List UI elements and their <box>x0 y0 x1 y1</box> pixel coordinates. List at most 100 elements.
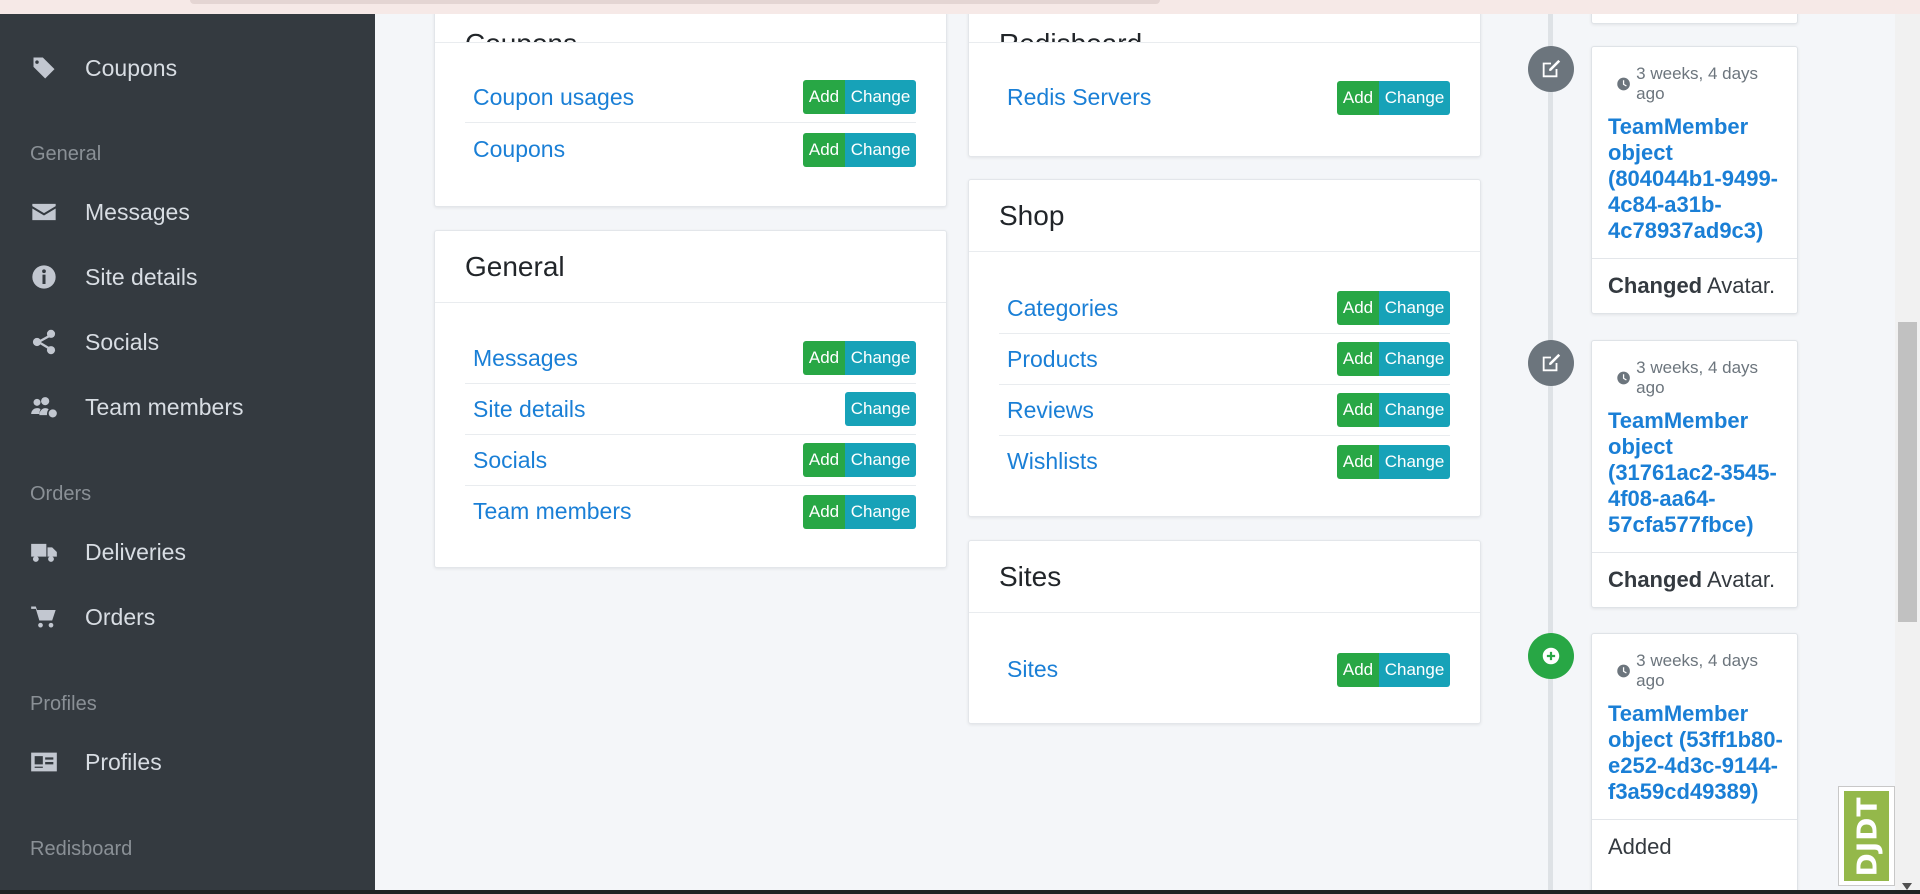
scrollbar-thumb[interactable] <box>1898 322 1917 622</box>
timeline-action: Added <box>1608 834 1672 859</box>
clock-icon <box>1617 371 1630 385</box>
sidebar-item-label: Messages <box>85 198 190 225</box>
change-button[interactable]: Change <box>1379 342 1450 376</box>
add-button[interactable]: Add <box>1337 80 1379 115</box>
sidebar-item-label: Deliveries <box>85 538 186 565</box>
add-button[interactable]: Add <box>1337 652 1379 687</box>
sidebar-header-general: General <box>30 143 102 165</box>
add-button[interactable]: Add <box>803 132 845 167</box>
sidebar-item-team-members[interactable]: Team members <box>30 385 350 429</box>
page-scrollbar[interactable] <box>1895 14 1920 894</box>
browser-top-strip <box>0 0 1920 14</box>
users-cog-icon <box>30 393 58 421</box>
model-link[interactable]: Coupons <box>465 136 565 163</box>
timeline-detail: Avatar. <box>1707 567 1776 592</box>
model-link[interactable]: Coupon usages <box>465 84 634 111</box>
add-button[interactable]: Add <box>1337 444 1379 479</box>
timeline-entry: 3 weeks, 4 days ago TeamMember object (8… <box>1591 46 1798 314</box>
change-button[interactable]: Change <box>845 80 916 114</box>
timeline-change-message: Changed Avatar. <box>1592 553 1797 607</box>
model-link[interactable]: Products <box>999 346 1098 373</box>
model-link[interactable]: Redis Servers <box>999 84 1151 111</box>
info-circle-icon <box>30 263 58 291</box>
plus-circle-icon <box>1528 633 1574 679</box>
share-icon <box>30 328 58 356</box>
model-row-redis-servers: Redis Servers Add Change <box>999 72 1450 123</box>
sidebar: Coupons General Messages Site details So… <box>0 0 375 894</box>
model-link[interactable]: Categories <box>999 295 1118 322</box>
change-button[interactable]: Change <box>845 494 916 529</box>
model-row-reviews: Reviews Add Change <box>999 385 1450 436</box>
timeline-entry: 3 weeks, 4 days ago TeamMember object (5… <box>1591 633 1798 894</box>
timeline-action: Changed <box>1608 273 1703 298</box>
sidebar-item-label: Team members <box>85 393 244 420</box>
model-row-categories: Categories Add Change <box>999 283 1450 334</box>
browser-top-pill <box>190 0 1160 4</box>
model-link[interactable]: Reviews <box>999 397 1094 424</box>
add-button[interactable]: Add <box>1337 291 1379 325</box>
app-card-general: General Messages Add Change Site details … <box>434 230 947 568</box>
sidebar-header-redisboard: Redisboard <box>30 838 133 860</box>
sidebar-item-label: Orders <box>85 603 156 630</box>
sidebar-header-profiles: Profiles <box>30 693 97 715</box>
model-link[interactable]: Wishlists <box>999 448 1098 475</box>
edit-icon <box>1528 340 1574 386</box>
sidebar-item-profiles[interactable]: Profiles <box>30 740 350 784</box>
model-link[interactable]: Sites <box>999 656 1058 683</box>
app-card-redisboard: Redisboard Redis Servers AddChange <box>968 0 1481 157</box>
clock-icon <box>1617 664 1630 678</box>
add-button[interactable]: Add <box>803 494 845 529</box>
add-button[interactable]: Add <box>803 443 845 477</box>
timeline-change-message: Changed Avatar. <box>1592 259 1797 313</box>
sidebar-item-coupons[interactable]: Coupons <box>30 46 350 90</box>
model-link[interactable]: Messages <box>465 345 578 372</box>
sidebar-item-label: Site details <box>85 263 198 290</box>
model-row-coupon-usages: Coupon usages Add Change <box>465 72 916 123</box>
change-button[interactable]: Change <box>845 392 916 426</box>
change-button[interactable]: Change <box>845 341 916 375</box>
change-button[interactable]: Change <box>1379 652 1450 687</box>
timeline-object-link[interactable]: TeamMember object (804044b1-9499-4c84-a3… <box>1592 104 1797 259</box>
card-title: General <box>435 231 946 303</box>
change-button[interactable]: Change <box>1379 291 1450 325</box>
model-link[interactable]: Socials <box>465 447 547 474</box>
clock-icon <box>1617 77 1630 91</box>
timeline-object-link[interactable]: TeamMember object (31761ac2-3545-4f08-aa… <box>1592 398 1797 553</box>
edit-icon <box>1528 46 1574 92</box>
app-card-sites: Sites Sites Add Change <box>968 540 1481 724</box>
add-button[interactable]: Add <box>803 80 845 114</box>
sidebar-item-site-details[interactable]: Site details <box>30 255 350 299</box>
add-button[interactable]: Add <box>803 341 845 375</box>
model-row-team-members: Team members Add Change <box>465 486 916 537</box>
scroll-down-arrow-icon[interactable] <box>1902 883 1912 890</box>
sidebar-item-orders[interactable]: Orders <box>30 595 350 639</box>
sidebar-header-orders: Orders <box>30 483 92 505</box>
tags-icon <box>30 54 58 82</box>
truck-icon <box>30 538 58 566</box>
app-card-coupons: Coupons Coupon usages AddChange Coupons … <box>434 0 947 207</box>
change-button[interactable]: Change <box>1379 80 1450 115</box>
timeline-object-link[interactable]: TeamMember object (53ff1b80-e252-4d3c-91… <box>1592 691 1797 820</box>
timeline-detail: Avatar. <box>1707 273 1776 298</box>
model-link[interactable]: Team members <box>465 498 631 525</box>
bottom-strip <box>0 890 1920 894</box>
sidebar-item-socials[interactable]: Socials <box>30 320 350 364</box>
change-button[interactable]: Change <box>845 132 916 167</box>
sidebar-item-label: Socials <box>85 328 160 355</box>
change-button[interactable]: Change <box>1379 393 1450 427</box>
sidebar-item-label: Coupons <box>85 54 178 81</box>
model-row-wishlists: Wishlists Add Change <box>999 436 1450 487</box>
change-button[interactable]: Change <box>845 443 916 477</box>
model-link[interactable]: Site details <box>465 396 586 423</box>
sidebar-item-messages[interactable]: Messages <box>30 190 350 234</box>
timeline-line <box>1548 14 1553 894</box>
change-button[interactable]: Change <box>1379 444 1450 479</box>
timeline-time: 3 weeks, 4 days ago <box>1592 341 1797 398</box>
djdt-toolbar-handle[interactable]: DJDT <box>1838 786 1895 886</box>
add-button[interactable]: Add <box>1337 342 1379 376</box>
sidebar-item-deliveries[interactable]: Deliveries <box>30 530 350 574</box>
model-row-site-details: Site details Change <box>465 384 916 435</box>
id-card-icon <box>30 748 58 776</box>
card-title: Sites <box>969 541 1480 613</box>
add-button[interactable]: Add <box>1337 393 1379 427</box>
